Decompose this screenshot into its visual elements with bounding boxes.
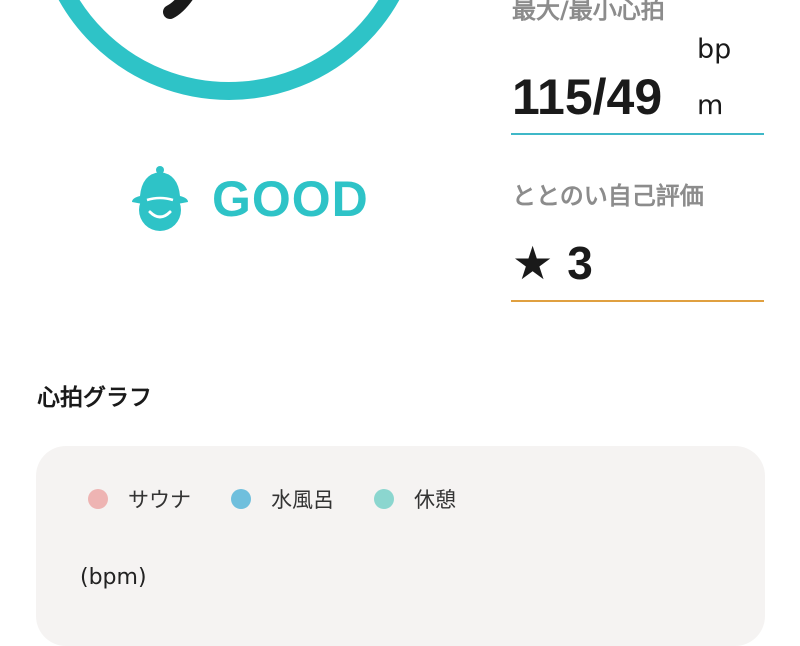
sauna-dot-icon bbox=[88, 489, 108, 509]
star-icon: ★ bbox=[512, 236, 554, 290]
rest-dot-icon bbox=[374, 489, 394, 509]
legend-label-rest: 休憩 bbox=[414, 488, 456, 512]
legend-label-cold-bath: 水風呂 bbox=[271, 488, 334, 512]
legend-label-sauna: サウナ bbox=[128, 488, 191, 512]
status-label: GOOD bbox=[212, 171, 369, 227]
cold-bath-dot-icon bbox=[231, 489, 251, 509]
heart-rate-underline bbox=[511, 133, 764, 135]
self-rating-label: ととのい自己評価 bbox=[512, 182, 704, 210]
heart-rate-label: 最大/最小心拍 bbox=[512, 0, 665, 24]
self-rating-underline bbox=[511, 300, 764, 302]
heart-rate-unit-line1: bp bbox=[697, 34, 732, 65]
sauna-hat-face-icon bbox=[132, 166, 188, 231]
heart-rate-value: 115/49 bbox=[512, 69, 663, 125]
self-rating-value-row: ★ 3 bbox=[512, 236, 593, 290]
heart-rate-graph-title: 心拍グラフ bbox=[37, 385, 152, 411]
legend-item-sauna: サウナ bbox=[88, 484, 191, 514]
graph-y-unit: (bpm) bbox=[80, 565, 147, 590]
heart-rate-graph-card bbox=[36, 446, 765, 646]
graph-legend: サウナ 水風呂 休憩 bbox=[88, 484, 496, 514]
gauge-value-glyph bbox=[163, 0, 193, 19]
status-indicator: GOOD bbox=[130, 166, 369, 232]
legend-item-cold-bath: 水風呂 bbox=[231, 484, 334, 514]
legend-item-rest: 休憩 bbox=[374, 484, 456, 514]
self-rating-value: 3 bbox=[567, 237, 593, 289]
heart-rate-unit-line2: m bbox=[697, 90, 724, 121]
